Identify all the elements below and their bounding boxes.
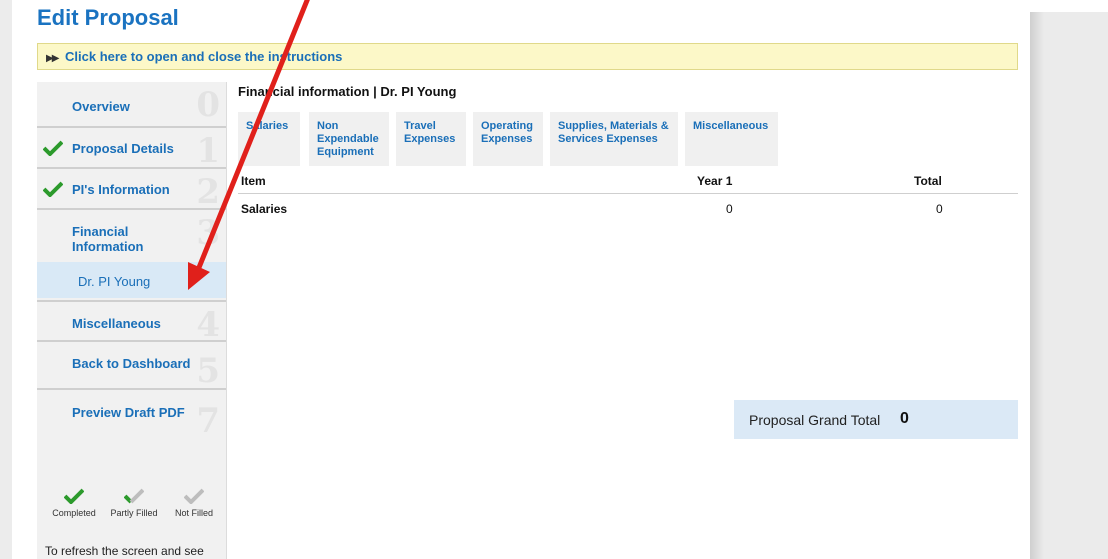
tab-non-expendable-equipment[interactable]: Non Expendable Equipment: [309, 112, 389, 166]
step-number: 4: [196, 305, 220, 342]
sidebar-item-label: Back to Dashboard: [72, 356, 191, 371]
column-header-total: Total: [914, 174, 942, 188]
fast-forward-icon: ▶▶: [46, 53, 59, 64]
grand-total-value: 0: [900, 410, 909, 427]
tab-operating-expenses[interactable]: Operating Expenses: [473, 112, 543, 166]
legend-label: Completed: [52, 508, 96, 518]
status-legend: Completed Partly Filled Not Filled: [37, 488, 226, 536]
tab-salaries[interactable]: Salaries: [238, 112, 300, 166]
financial-heading: Financial information | Dr. PI Young: [238, 84, 457, 99]
sidebar-item-financial-information[interactable]: Financial Information 3: [37, 210, 226, 262]
sidebar-item-preview-draft-pdf[interactable]: Preview Draft PDF 7: [37, 390, 226, 438]
legend-partly-filled: Partly Filled: [103, 488, 165, 518]
sidebar-item-label: Preview Draft PDF: [72, 405, 185, 420]
page-right-gutter: [1030, 12, 1108, 559]
sidebar-item-label: PI's Information: [72, 182, 170, 197]
refresh-hint: To refresh the screen and see: [45, 544, 204, 558]
sidebar-item-pi-information[interactable]: PI's Information 2: [37, 169, 226, 210]
table-header: Item Year 1 Total: [238, 168, 1018, 194]
step-number: 3: [196, 213, 220, 253]
sidebar-item-miscellaneous[interactable]: Miscellaneous 4: [37, 300, 226, 342]
check-partial-icon: [124, 488, 144, 504]
step-number: 1: [196, 131, 220, 169]
step-number: 2: [196, 172, 220, 210]
sidebar-item-label: Overview: [72, 99, 130, 114]
step-number: 7: [196, 401, 220, 438]
step-number: 5: [196, 351, 220, 390]
grand-total-box: Proposal Grand Total 0: [734, 400, 1018, 439]
sidebar: Overview 0 Proposal Details 1 PI's Infor…: [37, 82, 227, 559]
sidebar-item-proposal-details[interactable]: Proposal Details 1: [37, 128, 226, 169]
step-number: 0: [196, 85, 220, 125]
column-header-item: Item: [241, 174, 266, 188]
legend-not-filled: Not Filled: [163, 488, 225, 518]
legend-label: Partly Filled: [110, 508, 158, 518]
check-grey-icon: [184, 488, 204, 504]
gutter-shadow: [1030, 12, 1044, 559]
legend-completed: Completed: [43, 488, 105, 518]
sidebar-item-overview[interactable]: Overview 0: [37, 82, 226, 128]
sidebar-subitem-label: Dr. PI Young: [78, 274, 151, 289]
column-header-year1: Year 1: [697, 174, 733, 188]
cell-total: 0: [936, 202, 943, 216]
instructions-toggle[interactable]: ▶▶ Click here to open and close the inst…: [37, 43, 1018, 70]
tab-miscellaneous[interactable]: Miscellaneous: [685, 112, 778, 166]
sidebar-item-label: Financial Information: [72, 224, 144, 254]
instructions-text: Click here to open and close the instruc…: [65, 49, 343, 64]
tab-supplies-materials-services[interactable]: Supplies, Materials & Services Expenses: [550, 112, 678, 166]
window-left-edge: [0, 0, 12, 559]
table-row: Salaries 0 0: [238, 196, 1018, 220]
tab-travel-expenses[interactable]: Travel Expenses: [396, 112, 466, 166]
legend-label: Not Filled: [174, 508, 213, 518]
page-title: Edit Proposal: [37, 5, 179, 30]
check-green-icon: [43, 140, 63, 156]
sidebar-subitem-dr-pi-young[interactable]: Dr. PI Young: [37, 262, 226, 298]
check-green-icon: [43, 181, 63, 197]
sidebar-item-label: Miscellaneous: [72, 316, 161, 331]
cell-item: Salaries: [241, 202, 288, 216]
sidebar-item-back-to-dashboard[interactable]: Back to Dashboard 5: [37, 342, 226, 390]
grand-total-label: Proposal Grand Total: [749, 412, 881, 428]
cell-year1: 0: [726, 202, 733, 216]
check-green-icon: [64, 488, 84, 504]
sidebar-item-label: Proposal Details: [72, 141, 174, 156]
